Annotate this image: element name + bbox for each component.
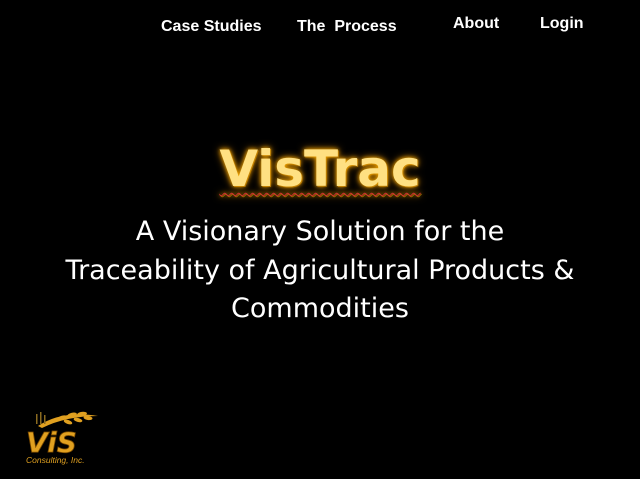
tagline-line-2: Traceability of Agricultural Products & (65, 254, 575, 286)
tagline-line-3: Commodities (231, 293, 409, 324)
hero-title: VisTrac (0, 136, 640, 202)
nav-login-link[interactable]: Login (540, 14, 584, 34)
hero-title-text: VisTrac (219, 140, 421, 198)
nav-the-process-link[interactable]: The Process (297, 17, 397, 37)
company-logo[interactable]: ViS Consulting, Inc. (22, 408, 102, 466)
hero-tagline: A Visionary Solution for the Traceabilit… (0, 213, 640, 329)
nav-case-studies-link[interactable]: Case Studies (161, 17, 261, 37)
nav-about-link[interactable]: About (453, 14, 499, 34)
tagline-line-1: A Visionary Solution for the (135, 216, 505, 247)
logo-company-name: Consulting, Inc. (26, 455, 85, 465)
